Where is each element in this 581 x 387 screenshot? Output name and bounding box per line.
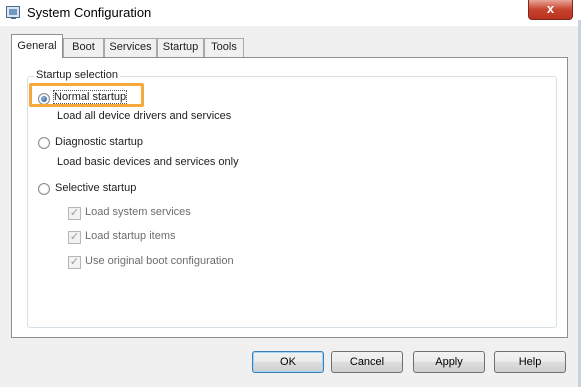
apply-button-label: Apply bbox=[435, 356, 463, 368]
use-original-boot-config-label: Use original boot configuration bbox=[85, 255, 234, 267]
apply-button[interactable]: Apply bbox=[413, 351, 485, 373]
selective-startup-label[interactable]: Selective startup bbox=[55, 182, 136, 194]
ok-button-label: OK bbox=[280, 356, 296, 368]
close-button[interactable]: x bbox=[528, 0, 573, 20]
diagnostic-startup-description: Load basic devices and services only bbox=[57, 156, 239, 168]
selective-startup-radio[interactable] bbox=[38, 183, 50, 195]
tab-label: Boot bbox=[72, 41, 95, 53]
diagnostic-startup-radio[interactable] bbox=[38, 137, 50, 149]
title-bar[interactable]: System Configuration x bbox=[0, 0, 581, 26]
tab-general[interactable]: General bbox=[11, 34, 63, 58]
load-startup-items-checkbox[interactable]: ✓ bbox=[68, 231, 81, 244]
tab-tools[interactable]: Tools bbox=[204, 38, 244, 57]
load-startup-items-label: Load startup items bbox=[85, 230, 176, 242]
system-configuration-window: System Configuration x General Boot Serv… bbox=[0, 0, 581, 387]
group-title: Startup selection bbox=[34, 69, 120, 81]
diagnostic-startup-label[interactable]: Diagnostic startup bbox=[55, 136, 143, 148]
tab-services[interactable]: Services bbox=[104, 38, 157, 57]
cancel-button-label: Cancel bbox=[349, 356, 385, 368]
help-button-label: Help bbox=[518, 356, 542, 368]
system-configuration-icon bbox=[6, 6, 20, 19]
tab-label: Tools bbox=[211, 41, 237, 53]
load-system-services-label: Load system services bbox=[85, 206, 191, 218]
tab-label: Services bbox=[109, 41, 152, 53]
close-icon: x bbox=[546, 1, 555, 16]
load-system-services-checkbox[interactable]: ✓ bbox=[68, 207, 81, 220]
tab-startup[interactable]: Startup bbox=[157, 38, 204, 57]
highlight-box bbox=[29, 83, 144, 107]
help-button[interactable]: Help bbox=[494, 351, 566, 373]
tab-boot[interactable]: Boot bbox=[63, 38, 104, 57]
tab-label: Startup bbox=[162, 41, 199, 53]
cancel-button[interactable]: Cancel bbox=[331, 351, 403, 373]
tab-label: General bbox=[17, 40, 57, 52]
use-original-boot-config-checkbox[interactable]: ✓ bbox=[68, 256, 81, 269]
ok-button[interactable]: OK bbox=[252, 351, 324, 373]
window-title: System Configuration bbox=[27, 5, 152, 20]
normal-startup-description: Load all device drivers and services bbox=[57, 110, 232, 122]
